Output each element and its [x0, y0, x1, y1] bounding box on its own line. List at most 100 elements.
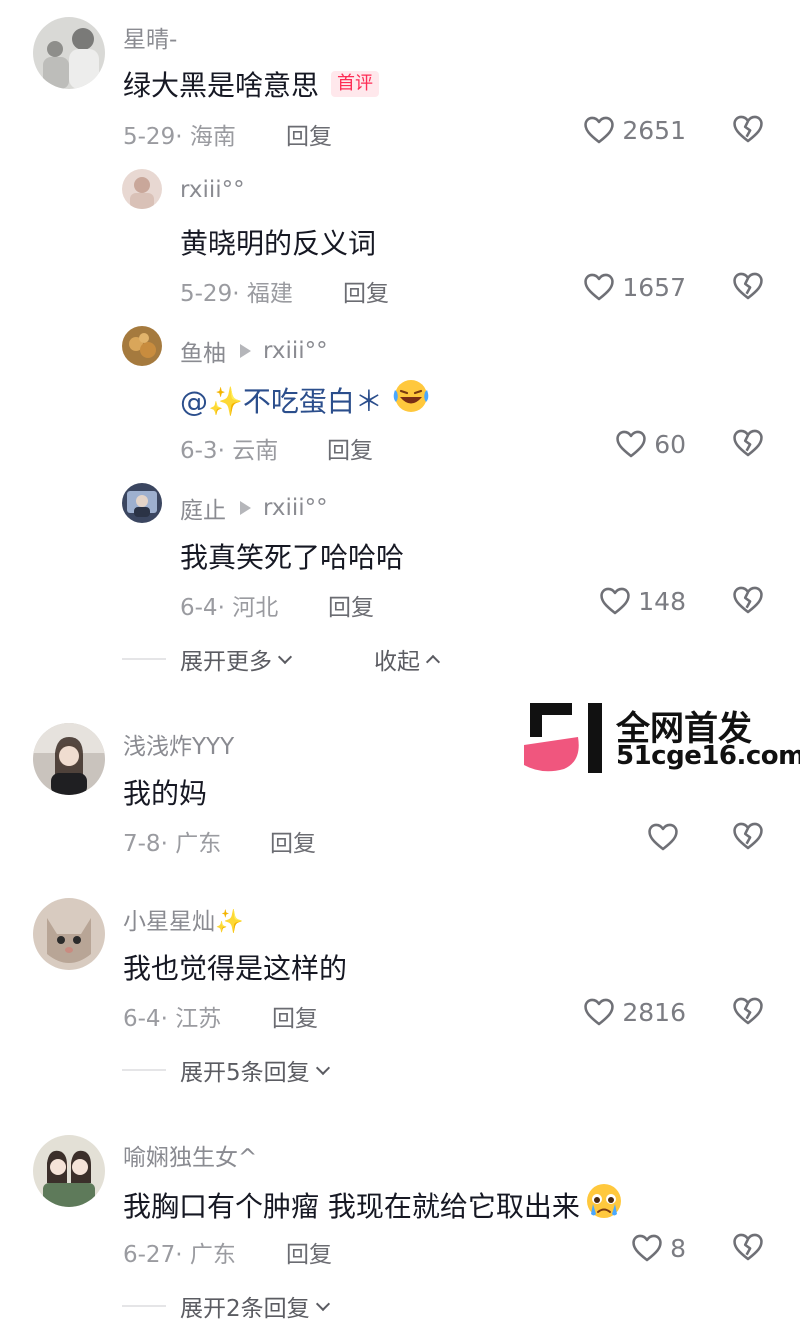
heart-outline-icon: [616, 430, 646, 458]
dislike-button[interactable]: [731, 269, 767, 305]
expand-more-button[interactable]: 展开更多: [122, 642, 293, 676]
like-count: 2651: [622, 115, 686, 145]
dislike-button[interactable]: [731, 819, 767, 855]
avatar[interactable]: [122, 169, 162, 209]
comment-date: 6-3: [180, 438, 218, 464]
divider-line: [122, 658, 166, 660]
heart-outline-icon: [600, 587, 631, 615]
like-button[interactable]: 2816: [582, 994, 686, 1030]
like-button[interactable]: [646, 819, 686, 855]
broken-heart-icon: [733, 272, 763, 300]
chevron-down-icon: [315, 1060, 330, 1075]
username[interactable]: 鱼柚: [180, 334, 226, 368]
divider-line: [122, 1305, 166, 1307]
username[interactable]: rxiii°°: [180, 177, 245, 203]
dislike-button[interactable]: [731, 1230, 767, 1266]
comment-text: 我胸口有个肿瘤 我现在就给它取出来: [123, 1182, 624, 1227]
like-count: 2816: [622, 997, 686, 1027]
comment-date: 6-4: [123, 1006, 161, 1032]
meta-separator: ·: [160, 1006, 176, 1032]
reply-button[interactable]: 回复: [272, 999, 318, 1033]
broken-heart-icon: [733, 586, 763, 614]
heart-outline-icon: [632, 1234, 662, 1262]
dislike-button[interactable]: [731, 994, 767, 1030]
reply-button[interactable]: 回复: [328, 588, 374, 622]
chevron-down-icon: [277, 649, 293, 664]
meta-separator: ·: [217, 438, 233, 464]
username[interactable]: 小星星灿✨: [123, 902, 244, 936]
username[interactable]: 喻娴独生女^: [123, 1138, 257, 1172]
like-button[interactable]: 2651: [582, 112, 686, 148]
meta-separator: ·: [232, 281, 247, 307]
broken-heart-icon: [733, 429, 763, 457]
broken-heart-icon: [733, 115, 763, 143]
reply-to-username[interactable]: rxiii°°: [263, 338, 328, 364]
like-count: 148: [638, 586, 686, 616]
meta-separator: ·: [160, 831, 176, 857]
like-button[interactable]: 1657: [582, 269, 686, 305]
comment-date: 5-29: [180, 281, 233, 307]
reply-button[interactable]: 回复: [270, 824, 316, 858]
divider-line: [122, 1069, 166, 1071]
comment-meta: 7-8· 广东: [123, 824, 221, 858]
meta-separator: ·: [217, 595, 233, 621]
avatar[interactable]: [33, 723, 105, 795]
comment-date: 7-8: [123, 831, 161, 857]
avatar[interactable]: [122, 326, 162, 366]
expand-label: 展开更多: [180, 649, 272, 675]
comment-meta: 6-4· 河北: [180, 588, 278, 622]
avatar[interactable]: [122, 483, 162, 523]
watermark: 全网首发 51cge16.com: [524, 703, 800, 773]
broken-heart-icon: [733, 1233, 763, 1261]
first-comment-badge: 首评: [331, 71, 380, 97]
comment-location: 福建: [246, 281, 293, 307]
comment-location: 海南: [189, 124, 236, 150]
watermark-url: 51cge16.com: [616, 741, 800, 771]
username[interactable]: 星晴-: [123, 20, 177, 54]
pleading-crying-emoji: [584, 1182, 624, 1227]
expand-replies-button[interactable]: 展开5条回复: [122, 1053, 330, 1087]
reply-button[interactable]: 回复: [327, 431, 373, 465]
like-button[interactable]: 148: [598, 583, 686, 619]
reply-header: 庭止 rxiii°°: [180, 491, 328, 525]
like-button[interactable]: 8: [630, 1230, 686, 1266]
chevron-up-icon: [425, 654, 441, 669]
like-count: 8: [670, 1233, 686, 1263]
reply-button[interactable]: 回复: [343, 274, 389, 308]
dislike-button[interactable]: [731, 112, 767, 148]
comment-date: 6-27: [123, 1242, 176, 1268]
comment-date: 6-4: [180, 595, 218, 621]
avatar[interactable]: [33, 1135, 105, 1207]
dislike-button[interactable]: [731, 426, 767, 462]
reply-arrow-icon: [240, 344, 251, 358]
broken-heart-icon: [733, 822, 763, 850]
heart-outline-icon: [584, 273, 615, 301]
expand-label: 展开2条回复: [180, 1296, 310, 1322]
comment-location: 广东: [175, 831, 222, 857]
avatar[interactable]: [33, 17, 105, 89]
comment-text-content: 我胸口有个肿瘤 我现在就给它取出来: [123, 1189, 580, 1223]
mention-link[interactable]: @✨不吃蛋白＊: [180, 380, 383, 420]
comment-meta: 5-29· 福建: [180, 274, 293, 308]
dislike-button[interactable]: [731, 583, 767, 619]
username[interactable]: 浅浅炸YYY: [123, 727, 234, 761]
avatar[interactable]: [33, 898, 105, 970]
chevron-down-icon: [315, 1296, 330, 1311]
reply-button[interactable]: 回复: [286, 1235, 332, 1269]
reply-to-username[interactable]: rxiii°°: [263, 495, 328, 521]
comment-text-content: 绿大黑是啥意思: [123, 69, 320, 102]
comment-meta: 5-29· 海南: [123, 117, 236, 151]
reply-button[interactable]: 回复: [286, 117, 332, 151]
like-button[interactable]: 60: [614, 426, 686, 462]
comment-date: 5-29: [123, 124, 176, 150]
expand-replies-button[interactable]: 展开2条回复: [122, 1289, 330, 1323]
broken-heart-icon: [733, 997, 763, 1025]
username[interactable]: 庭止: [180, 491, 226, 525]
collapse-button[interactable]: 收起: [374, 642, 441, 676]
like-count: 1657: [622, 272, 686, 302]
comment-location: 江苏: [175, 1006, 222, 1032]
heart-outline-icon: [584, 116, 615, 144]
reply-arrow-icon: [240, 501, 251, 515]
comment-text: 黄晓明的反义词: [180, 227, 377, 260]
comment-text: 我的妈: [123, 777, 208, 810]
